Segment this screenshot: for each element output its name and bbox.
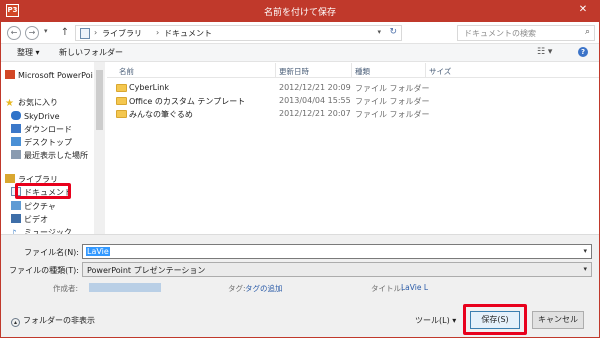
- command-toolbar: 整理 ▾ 新しいフォルダー ☷ ▾ ?: [1, 44, 599, 62]
- scrollbar-thumb[interactable]: [96, 70, 103, 130]
- file-name: CyberLink: [129, 83, 169, 92]
- back-button[interactable]: ←: [7, 26, 21, 40]
- navigation-pane-scrollbar[interactable]: [94, 62, 105, 234]
- file-date: 2012/12/21 20:07: [279, 109, 351, 118]
- save-form: ファイル名(N): LaVie ▾ ファイルの種類(T): PowerPoint…: [1, 234, 599, 337]
- title-bar: P3 名前を付けて保存 ✕: [1, 1, 599, 22]
- chevron-down-icon[interactable]: ▾: [583, 265, 587, 273]
- up-button[interactable]: ↑: [59, 26, 71, 40]
- tags-input[interactable]: タグの追加: [245, 283, 283, 294]
- filetype-select[interactable]: PowerPoint プレゼンテーション ▾: [82, 262, 592, 277]
- nav-item-recent-places[interactable]: 最近表示した場所: [11, 150, 88, 162]
- author-label: 作成者:: [53, 284, 79, 293]
- file-list: 名前 更新日時 種類 サイズ CyberLink 2012/12/21 20:0…: [107, 62, 599, 234]
- file-name: みんなの筆ぐるめ: [129, 110, 193, 119]
- file-row[interactable]: みんなの筆ぐるめ 2012/12/21 20:07 ファイル フォルダー: [107, 108, 599, 121]
- search-icon[interactable]: ⌕: [585, 27, 590, 37]
- download-folder-icon: [11, 124, 21, 133]
- videos-icon: [11, 214, 21, 223]
- column-size[interactable]: サイズ: [429, 66, 451, 77]
- filename-input[interactable]: LaVie ▾: [82, 244, 592, 259]
- file-name: Office のカスタム テンプレート: [129, 97, 246, 106]
- search-placeholder: ドキュメントの検索: [464, 29, 536, 38]
- search-input[interactable]: ドキュメントの検索 ⌕: [457, 25, 595, 41]
- navigation-pane: Microsoft PowerPoi ★ お気に入り SkyDrive ダウンロー…: [1, 62, 107, 239]
- folder-icon: [116, 97, 127, 105]
- help-icon[interactable]: ?: [578, 47, 588, 57]
- column-divider[interactable]: [351, 63, 352, 77]
- forward-button[interactable]: →: [25, 26, 39, 40]
- refresh-icon[interactable]: ↻: [389, 27, 397, 37]
- title-input[interactable]: LaVie L: [401, 283, 428, 292]
- file-date: 2013/04/04 15:55: [279, 96, 351, 105]
- nav-item-powerpoint[interactable]: Microsoft PowerPoi: [5, 70, 93, 82]
- recent-locations-chevron-down-icon[interactable]: ▾: [44, 27, 48, 35]
- recent-places-icon: [11, 150, 21, 159]
- chevron-down-icon[interactable]: ▾: [583, 247, 587, 255]
- nav-item-skydrive[interactable]: SkyDrive: [11, 111, 60, 123]
- save-as-dialog: P3 名前を付けて保存 ✕ ← → ▾ ↑ › ライブラリ › ドキュメント ▾…: [0, 0, 600, 338]
- documents-icon: [80, 28, 90, 39]
- tags-label: タグ:: [228, 284, 246, 293]
- file-type: ファイル フォルダー: [355, 110, 430, 119]
- close-button[interactable]: ✕: [573, 1, 593, 18]
- filetype-label: ファイルの種類(T):: [9, 266, 79, 275]
- view-options-icon[interactable]: ☷ ▾: [537, 47, 552, 57]
- organize-button[interactable]: 整理 ▾: [17, 47, 40, 58]
- breadcrumb-separator-icon: ›: [94, 28, 98, 37]
- nav-item-pictures[interactable]: ピクチャ: [11, 201, 56, 213]
- title-label: タイトル:: [371, 284, 404, 293]
- breadcrumb-library[interactable]: ライブラリ: [102, 28, 142, 39]
- nav-item-videos[interactable]: ビデオ: [11, 214, 48, 226]
- filename-label: ファイル名(N):: [24, 248, 79, 257]
- desktop-icon: [11, 137, 21, 146]
- column-type[interactable]: 種類: [355, 66, 370, 77]
- folder-icon: [116, 84, 127, 92]
- library-icon: [5, 174, 15, 183]
- file-row[interactable]: Office のカスタム テンプレート 2013/04/04 15:55 ファイ…: [107, 95, 599, 108]
- column-divider[interactable]: [275, 63, 276, 77]
- column-divider[interactable]: [425, 63, 426, 77]
- powerpoint-icon: [5, 70, 15, 79]
- nav-item-favorites[interactable]: ★ お気に入り: [5, 97, 58, 109]
- star-icon: ★: [5, 98, 14, 109]
- breadcrumb-separator-icon: ›: [156, 28, 160, 37]
- folder-icon: [116, 110, 127, 118]
- file-list-header: 名前 更新日時 種類 サイズ: [107, 62, 599, 78]
- cancel-button[interactable]: キャンセル: [532, 311, 584, 329]
- navigation-bar: ← → ▾ ↑ › ライブラリ › ドキュメント ▾ ↻ ドキュメントの検索 ⌕: [1, 22, 599, 44]
- save-button[interactable]: 保存(S): [470, 311, 520, 329]
- filename-value: LaVie: [86, 247, 110, 256]
- column-name[interactable]: 名前: [119, 66, 134, 77]
- tools-button[interactable]: ツール(L) ▾: [409, 312, 461, 330]
- cloud-icon: [11, 111, 21, 120]
- address-chevron-down-icon[interactable]: ▾: [377, 28, 381, 36]
- window-title: 名前を付けて保存: [263, 8, 336, 18]
- column-date[interactable]: 更新日時: [279, 66, 309, 77]
- file-row[interactable]: CyberLink 2012/12/21 20:09 ファイル フォルダー: [107, 82, 599, 95]
- new-folder-button[interactable]: 新しいフォルダー: [59, 47, 123, 58]
- breadcrumb-documents[interactable]: ドキュメント: [164, 28, 212, 39]
- address-bar[interactable]: › ライブラリ › ドキュメント ▾ ↻: [75, 25, 402, 41]
- filetype-value: PowerPoint プレゼンテーション: [87, 266, 206, 275]
- nav-item-desktop[interactable]: デスクトップ: [11, 137, 72, 149]
- file-date: 2012/12/21 20:09: [279, 83, 351, 92]
- documents-highlight-annotation: [15, 183, 71, 199]
- nav-item-downloads[interactable]: ダウンロード: [11, 124, 72, 136]
- chevron-up-icon: ▴: [11, 318, 20, 327]
- author-value[interactable]: [89, 283, 161, 292]
- file-type: ファイル フォルダー: [355, 97, 430, 106]
- hide-folders-button[interactable]: ▴ フォルダーの非表示: [11, 315, 95, 327]
- pictures-icon: [11, 201, 21, 210]
- file-type: ファイル フォルダー: [355, 84, 430, 93]
